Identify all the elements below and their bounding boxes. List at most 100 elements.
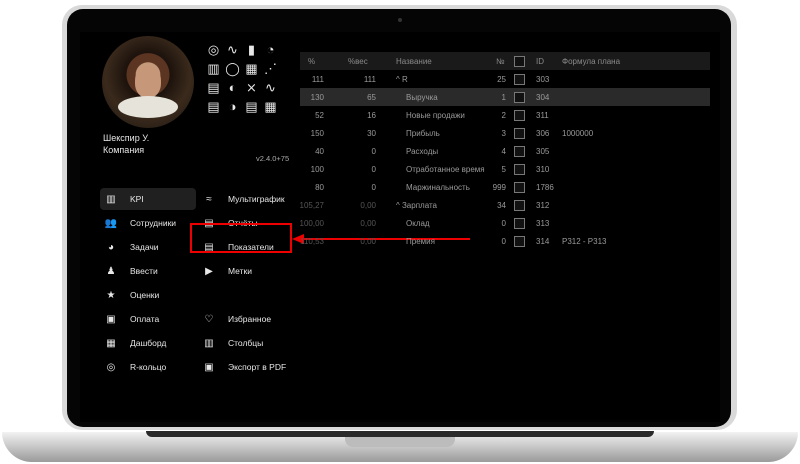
row-checkbox[interactable] bbox=[514, 218, 525, 229]
table-cell: Прибыль bbox=[406, 129, 440, 138]
table-cell: 0 bbox=[501, 237, 506, 246]
menu-item-r-3[interactable]: ▶ Метки bbox=[198, 260, 294, 282]
table-row[interactable]: 110,53 0,00 Премия 0 314 P312 - P313 bbox=[300, 232, 710, 250]
chart-type-icon-15[interactable]: ▦ bbox=[263, 99, 278, 114]
table-row[interactable]: 150 30 Прибыль 3 306 1000000 bbox=[300, 124, 710, 142]
table-cell: 0,00 bbox=[360, 237, 376, 246]
camera bbox=[398, 18, 402, 22]
chart-type-icon-4[interactable]: ▥ bbox=[206, 61, 221, 76]
row-checkbox[interactable] bbox=[514, 146, 525, 157]
avatar-collar bbox=[118, 96, 178, 118]
chart-type-icon-11[interactable]: ∿ bbox=[263, 80, 278, 95]
table-header: % %вес Название № ID Формула плана bbox=[300, 52, 710, 70]
pdf-icon: ▣ bbox=[204, 361, 214, 373]
table-cell: Расходы bbox=[406, 147, 439, 156]
menu-item-5[interactable]: ▣ Оплата bbox=[100, 308, 196, 330]
menu-item-7[interactable]: ◎ R-кольцо bbox=[100, 356, 196, 378]
menu-item-1[interactable]: 👥 Сотрудники bbox=[100, 212, 196, 234]
highlight-box bbox=[190, 223, 292, 253]
row-checkbox[interactable] bbox=[514, 164, 525, 175]
menu-item-4[interactable]: ★ Оценки bbox=[100, 284, 196, 306]
menu-item-r-0[interactable]: ≈ Мультиграфик bbox=[198, 188, 294, 210]
table-cell: 305 bbox=[536, 147, 550, 156]
chart-type-icon-2[interactable]: ▮ bbox=[244, 42, 259, 57]
table-cell: 306 bbox=[536, 129, 550, 138]
table-row[interactable]: 130 65 Выручка 1 304 bbox=[300, 88, 710, 106]
table-cell: 999 bbox=[492, 183, 506, 192]
column-header: Формула плана bbox=[562, 57, 621, 66]
menu-item-r-5[interactable]: ▥ Столбцы bbox=[198, 332, 294, 354]
menu-item-label: KPI bbox=[130, 194, 144, 204]
menu-item-label: R-кольцо bbox=[130, 362, 167, 372]
chart-type-icon-1[interactable]: ∿ bbox=[225, 42, 240, 57]
version-label: v2.4.0+75 bbox=[256, 154, 290, 163]
tasks-icon: ◕ bbox=[107, 241, 115, 253]
table-row[interactable]: 40 0 Расходы 4 305 bbox=[300, 142, 710, 160]
column-header: ID bbox=[536, 57, 544, 66]
row-checkbox[interactable] bbox=[514, 128, 525, 139]
chart-type-icon-14[interactable]: ▤ bbox=[244, 99, 259, 114]
menu-item-label: Избранное bbox=[228, 314, 272, 324]
table-cell: ^ R bbox=[396, 75, 408, 84]
payment-icon: ▣ bbox=[106, 313, 116, 325]
chart-type-icon-3[interactable]: ◔ bbox=[263, 42, 278, 57]
table-row[interactable]: 100 0 Отработанное время 5 310 bbox=[300, 160, 710, 178]
menu-item-3[interactable]: ♟ Ввести bbox=[100, 260, 196, 282]
row-checkbox[interactable] bbox=[514, 110, 525, 121]
chart-type-icon-12[interactable]: ▤ bbox=[206, 99, 221, 114]
table-cell: Премия bbox=[406, 237, 435, 246]
table-cell: 2 bbox=[501, 111, 506, 120]
user-name: Шекспир У. Компания bbox=[103, 133, 150, 155]
table-cell: 110,53 bbox=[300, 237, 324, 246]
table-cell: 80 bbox=[315, 183, 324, 192]
table-cell: Маржинальность bbox=[406, 183, 470, 192]
row-checkbox[interactable] bbox=[514, 200, 525, 211]
menu-item-0[interactable]: ▥ KPI bbox=[100, 188, 196, 210]
dashboard-icon: ▦ bbox=[106, 337, 116, 349]
table-cell: 65 bbox=[367, 93, 376, 102]
star-icon: ★ bbox=[106, 289, 116, 301]
chart-type-icon-13[interactable]: ◑ bbox=[225, 99, 240, 114]
bell-icon: ♟ bbox=[106, 265, 116, 277]
columns-icon: ▥ bbox=[204, 337, 214, 349]
table-row[interactable]: 80 0 Маржинальность 999 1786 bbox=[300, 178, 710, 196]
table-row[interactable]: 105,27 0,00 ^ Зарплата 34 312 bbox=[300, 196, 710, 214]
chart-type-icon-9[interactable]: ◐ bbox=[225, 80, 240, 95]
table-row[interactable]: 100,00 0,00 Оклад 0 313 bbox=[300, 214, 710, 232]
column-header: % bbox=[308, 57, 316, 66]
table-cell: 100 bbox=[310, 165, 324, 174]
row-checkbox[interactable] bbox=[514, 74, 525, 85]
chart-type-icon-5[interactable]: ◯ bbox=[225, 61, 240, 76]
table-cell: 105,27 bbox=[299, 201, 324, 210]
avatar[interactable] bbox=[102, 36, 194, 128]
chart-icon-grid: ◎ ∿ ▮ ◔ ▥ ◯ ▦ ⋰ ▤ ◐ ⨯ ∿ ▤ ◑ ▤ ▦ bbox=[206, 42, 278, 114]
menu-item-6[interactable]: ▦ Дашборд bbox=[100, 332, 196, 354]
table-cell: 310 bbox=[536, 165, 550, 174]
chart-type-icon-7[interactable]: ⋰ bbox=[263, 61, 278, 76]
table-row[interactable]: 52 16 Новые продажи 2 311 bbox=[300, 106, 710, 124]
table-cell: Оклад bbox=[406, 219, 430, 228]
menu-item-r-6[interactable]: ▣ Экспорт в PDF bbox=[198, 356, 294, 378]
table-cell: 111 bbox=[363, 75, 376, 84]
menu-item-2[interactable]: ◕ Задачи bbox=[100, 236, 196, 258]
table-cell: 5 bbox=[501, 165, 506, 174]
table-cell: 3 bbox=[501, 129, 506, 138]
table-cell: 52 bbox=[315, 111, 324, 120]
table-cell: 1786 bbox=[536, 183, 554, 192]
chart-type-icon-6[interactable]: ▦ bbox=[244, 61, 259, 76]
row-checkbox[interactable] bbox=[514, 236, 525, 247]
chart-type-icon-8[interactable]: ▤ bbox=[206, 80, 221, 95]
header-checkbox[interactable] bbox=[514, 56, 525, 67]
chart-type-icon-0[interactable]: ◎ bbox=[206, 42, 221, 57]
menu-item-r-4[interactable]: ♡ Избранное bbox=[198, 308, 294, 330]
row-checkbox[interactable] bbox=[514, 182, 525, 193]
table-cell: 34 bbox=[497, 201, 506, 210]
row-checkbox[interactable] bbox=[514, 92, 525, 103]
table-cell: ^ Зарплата bbox=[396, 201, 438, 210]
table-row[interactable]: 111 111 ^ R 25 303 bbox=[300, 70, 710, 88]
column-header: Название bbox=[396, 57, 432, 66]
table-cell: 1000000 bbox=[562, 129, 594, 138]
chart-type-icon-10[interactable]: ⨯ bbox=[244, 80, 259, 95]
table-cell: 312 bbox=[536, 201, 550, 210]
table-cell: 311 bbox=[536, 111, 549, 120]
